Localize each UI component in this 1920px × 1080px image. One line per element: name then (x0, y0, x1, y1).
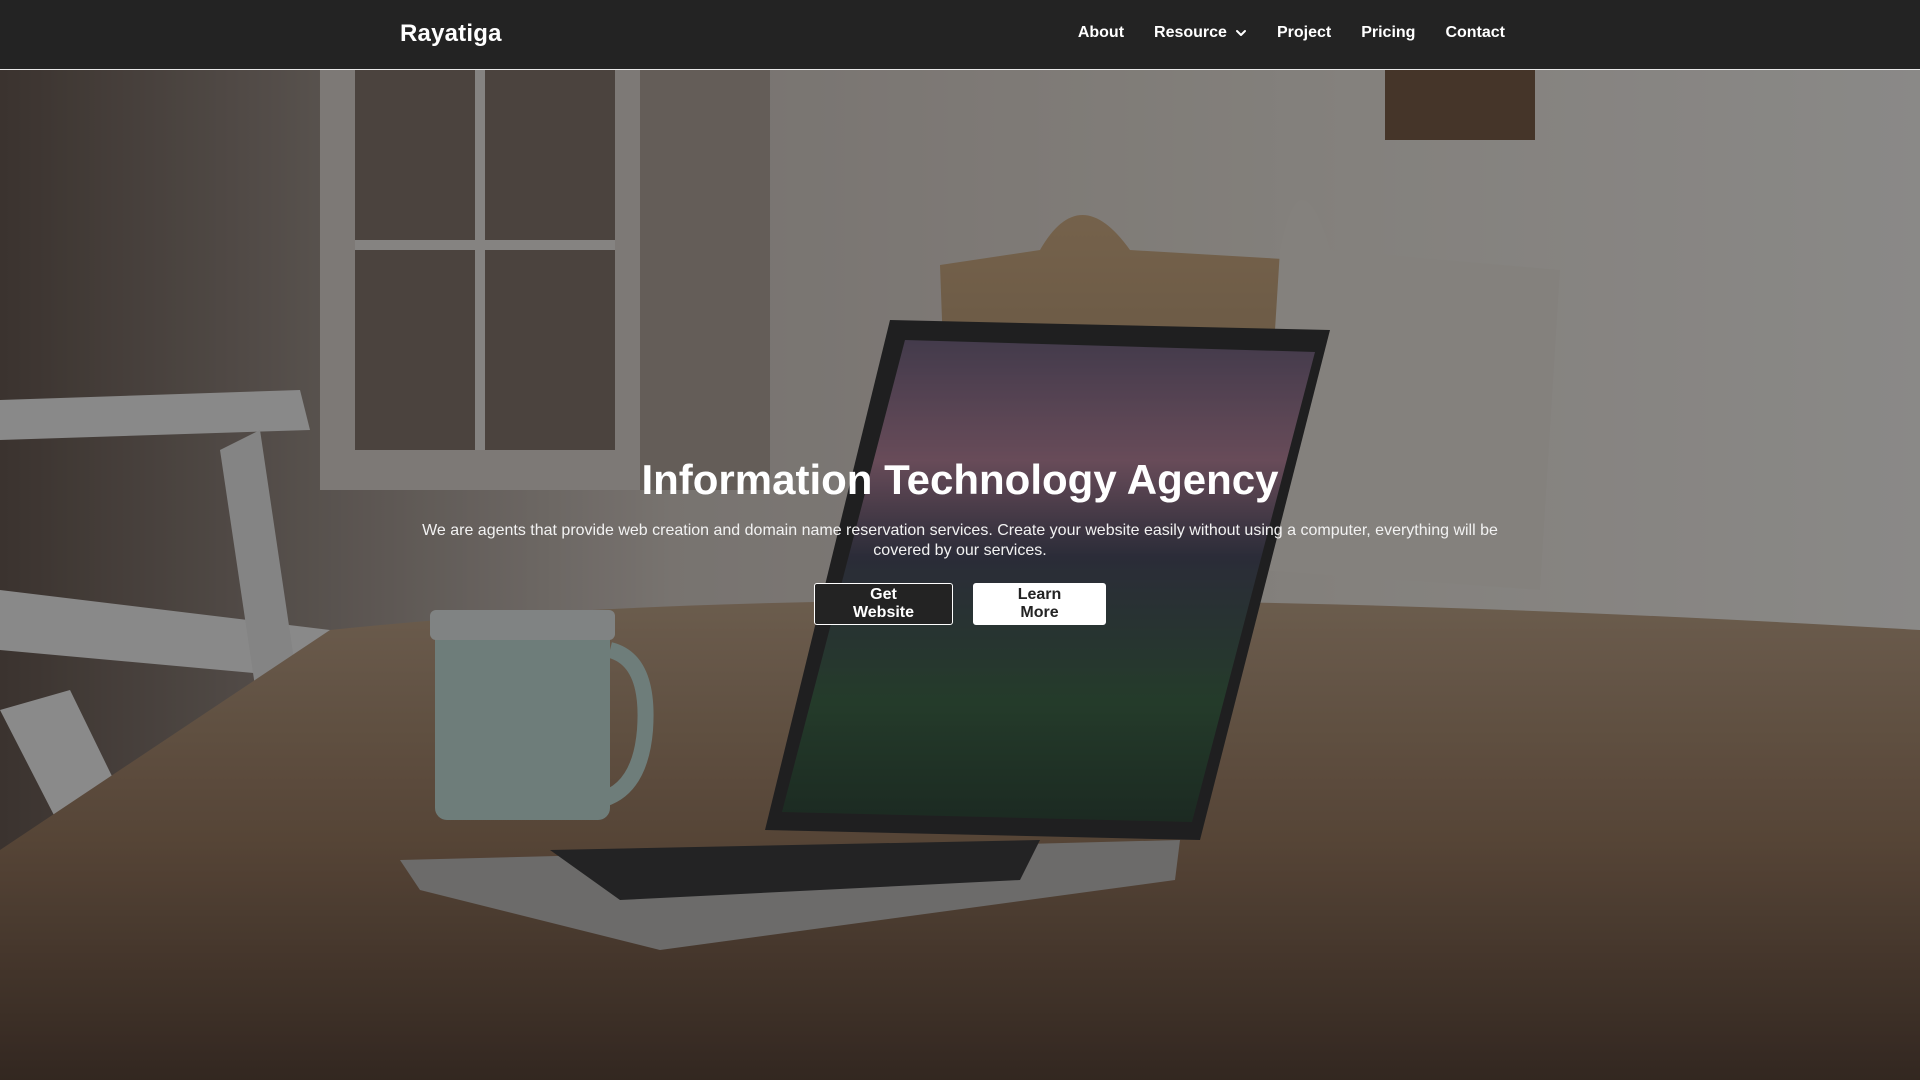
hero-section: Information Technology Agency We are age… (0, 70, 1920, 1080)
brand-logo[interactable]: Rayatiga (400, 20, 502, 48)
get-website-button[interactable]: Get Website (814, 583, 953, 625)
nav-item-label: Resource (1154, 24, 1227, 41)
learn-more-button[interactable]: Learn More (973, 583, 1106, 625)
nav-item-label: About (1077, 24, 1125, 41)
hero-buttons: Get Website Learn More (0, 583, 1920, 625)
main-nav: About Resource Project Pricing Contact (1078, 24, 1505, 42)
hero-description: We are agents that provide web creation … (422, 522, 1498, 559)
nav-item-about[interactable]: About (1078, 24, 1124, 42)
nav-item-contact[interactable]: Contact (1445, 24, 1505, 42)
chevron-down-icon (1235, 30, 1246, 36)
nav-item-label: Pricing (1361, 24, 1416, 41)
navbar: Rayatiga About Resource Project Pricing … (0, 0, 1920, 70)
nav-item-pricing[interactable]: Pricing (1361, 24, 1415, 42)
nav-item-label: Contact (1445, 24, 1505, 41)
hero-content: Information Technology Agency We are age… (0, 453, 1920, 625)
nav-item-resource[interactable]: Resource (1154, 24, 1247, 42)
nav-item-project[interactable]: Project (1277, 24, 1331, 42)
hero-title: Information Technology Agency (641, 456, 1279, 503)
nav-item-label: Project (1276, 24, 1332, 41)
